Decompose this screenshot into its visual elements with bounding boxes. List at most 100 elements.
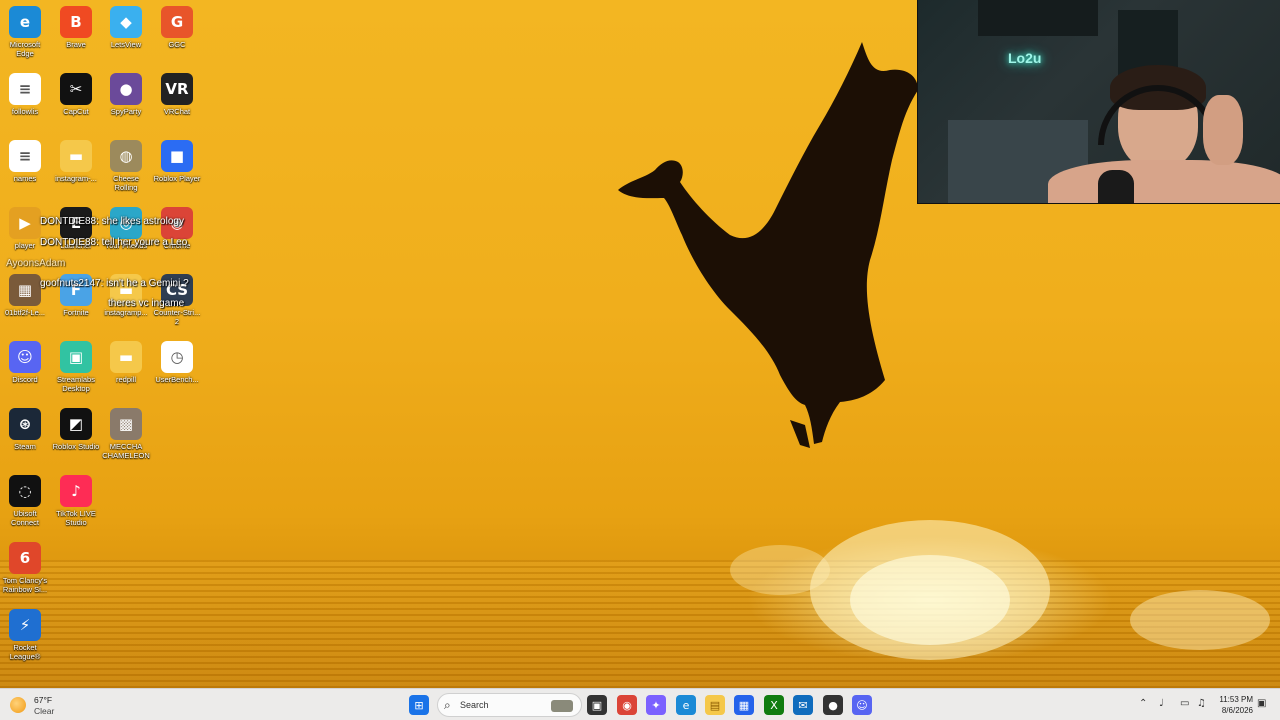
desktop-icon[interactable]: ☺ Discord: [0, 337, 50, 403]
edge-icon: e: [9, 6, 41, 38]
desktop-icon[interactable]: ◆ LetsView: [101, 2, 151, 68]
desktop-icon[interactable]: e Microsoft Edge: [0, 2, 50, 68]
copilot-icon[interactable]: ✦: [646, 695, 666, 715]
desktop-icon[interactable]: B Brave: [51, 2, 101, 68]
text-file-icon: ≡: [9, 73, 41, 105]
desktop-icon[interactable]: ● SpyParty: [101, 69, 151, 135]
chat-message: AyoonsAdam: [6, 258, 65, 269]
userbenchmark-icon: ◷: [161, 341, 193, 373]
desktop-icon[interactable]: ⊛ Steam: [0, 404, 50, 470]
desktop-icon-label: Tom Clancy's Rainbow Si...: [2, 576, 48, 594]
desktop-icon-label: Rocket League®: [9, 643, 41, 661]
desktop-icon-label: instagram-...: [55, 174, 97, 183]
roblox-studio-icon: ◩: [60, 408, 92, 440]
desktop-icon[interactable]: ≡ followlis: [0, 69, 50, 135]
desktop-icon[interactable]: ▬ redpill: [101, 337, 151, 403]
chat-username: goofnuts2147:: [40, 278, 104, 289]
desktop-icon[interactable]: ▣ Streamlabs Desktop: [51, 337, 101, 403]
desktop-icon[interactable]: ◌ Ubisoft Connect: [0, 471, 50, 537]
desktop-icon-label: LetsView: [110, 40, 142, 49]
room-shelf: [978, 0, 1098, 36]
xbox-icon[interactable]: X: [764, 695, 784, 715]
water-splash: [730, 520, 1270, 660]
image-file-icon: ▦: [9, 274, 41, 306]
desktop-icon-label: MECCHA CHAMELEON: [102, 442, 150, 460]
clock-time: 11:53 PM: [1219, 695, 1253, 704]
person-body: [1048, 160, 1280, 203]
cheese-rolling-icon: ◍: [110, 140, 142, 172]
rocket-league-icon: ⚡: [9, 609, 41, 641]
desktop-icon[interactable]: VR VRChat: [152, 69, 202, 135]
clock-date: 8/6/2026: [1221, 706, 1253, 715]
desktop-icon-label: CapCut: [63, 107, 89, 116]
folder-icon: ▬: [110, 341, 142, 373]
duck-silhouette: [618, 42, 918, 448]
file-explorer-icon[interactable]: ▤: [705, 695, 725, 715]
chat-username: AyoonsAdam: [6, 258, 66, 269]
obs-icon[interactable]: ●: [823, 695, 843, 715]
desktop-icon[interactable]: ◩ Roblox Studio: [51, 404, 101, 470]
volume-icon[interactable]: ♫: [1197, 698, 1206, 709]
desktop-icon[interactable]: ≡ names: [0, 136, 50, 202]
edge-icon[interactable]: e: [676, 695, 696, 715]
microphone: [1098, 170, 1134, 203]
desktop-icon[interactable]: G GGC: [152, 2, 202, 68]
streamlabs-icon: ▣: [60, 341, 92, 373]
desktop-icon-label: redpill: [115, 375, 136, 384]
desktop-icon[interactable]: ◎ Your Friends: [101, 203, 151, 269]
ggc-icon: G: [161, 6, 193, 38]
microphone-icon[interactable]: ♩: [1159, 698, 1164, 709]
task-view-icon[interactable]: ▣: [587, 695, 607, 715]
notification-icon[interactable]: ▣: [1257, 698, 1266, 709]
network-icon[interactable]: ▭: [1180, 698, 1189, 709]
desktop-icon[interactable]: ◍ Cheese Rolling: [101, 136, 151, 202]
chat-text: tell her youre a Leo: [98, 237, 188, 248]
folder-icon: ▬: [60, 140, 92, 172]
chat-username: DONTDIE88:: [40, 237, 99, 248]
desktop-icon-label: Streamlabs Desktop: [57, 375, 95, 393]
desktop-icon[interactable]: ▬ instagram-...: [51, 136, 101, 202]
desktop-icon-label: Counter-Stri... 2: [153, 308, 201, 326]
ubisoft-icon: ◌: [9, 475, 41, 507]
chat-message: DONTDIE88: tell her youre a Leo: [40, 237, 187, 248]
taskbar: 67°F Clear ⊞ ⌕ Search ▣ ◉ ✦ e ▤ ▦ X ✉ ● ☺ ⌃ ♩ ▭ ♫ 11…: [0, 688, 1280, 720]
desktop-icon-label: Ubisoft Connect: [11, 509, 39, 527]
discord-icon: ☺: [9, 341, 41, 373]
outlook-icon[interactable]: ✉: [793, 695, 813, 715]
desktop-icon[interactable]: ■ Roblox Player: [152, 136, 202, 202]
desktop-icon[interactable]: ◉ Chrome: [152, 203, 202, 269]
search-input[interactable]: ⌕ Search: [437, 693, 582, 717]
vrchat-icon: VR: [161, 73, 193, 105]
desktop-icon-label: Brave: [66, 40, 86, 49]
desktop-icon-label: followlis: [11, 107, 39, 116]
webcam-overlay: Lo2u: [917, 0, 1280, 204]
desktop-icon-label: UserBench...: [155, 375, 199, 384]
chat-message: DONTDIE88: she likes astrology: [40, 216, 184, 227]
microsoft-store-icon[interactable]: ▦: [734, 695, 754, 715]
clock[interactable]: 11:53 PM 8/6/2026: [1213, 694, 1253, 716]
chat-text: she likes astrology: [98, 216, 184, 227]
show-hidden-icons-icon[interactable]: ⌃: [1139, 698, 1147, 709]
desktop-icon[interactable]: ▩ MECCHA CHAMELEON: [101, 404, 151, 470]
desktop-icon[interactable]: 6 Tom Clancy's Rainbow Si...: [0, 538, 50, 604]
tiktok-icon: ♪: [60, 475, 92, 507]
desktop-icon[interactable]: ✂ CapCut: [51, 69, 101, 135]
desktop-icon-label: instagramp...: [104, 308, 148, 317]
desktop-icon[interactable]: ♪ TikTok LIVE Studio: [51, 471, 101, 537]
text-file-icon: ≡: [9, 140, 41, 172]
roblox-icon: ■: [161, 140, 193, 172]
chrome-icon[interactable]: ◉: [617, 695, 637, 715]
desktop-icon-label: VRChat: [163, 107, 191, 116]
capcut-icon: ✂: [60, 73, 92, 105]
desktop-icon[interactable]: ◷ UserBench...: [152, 337, 202, 403]
letsview-icon: ◆: [110, 6, 142, 38]
desktop-icon[interactable]: ⚡ Rocket League®: [0, 605, 50, 671]
discord-icon[interactable]: ☺: [852, 695, 872, 715]
sun-icon: [10, 697, 26, 713]
chat-text: isn't he a Gemini ?: [103, 278, 189, 289]
start-button[interactable]: ⊞: [409, 695, 429, 715]
desktop-icon-label: Fortnite: [63, 308, 89, 317]
search-icon: ⌕: [444, 698, 451, 712]
desktop-icon-label: Cheese Rolling: [113, 174, 139, 192]
desktop-icon-label: names: [13, 174, 37, 183]
